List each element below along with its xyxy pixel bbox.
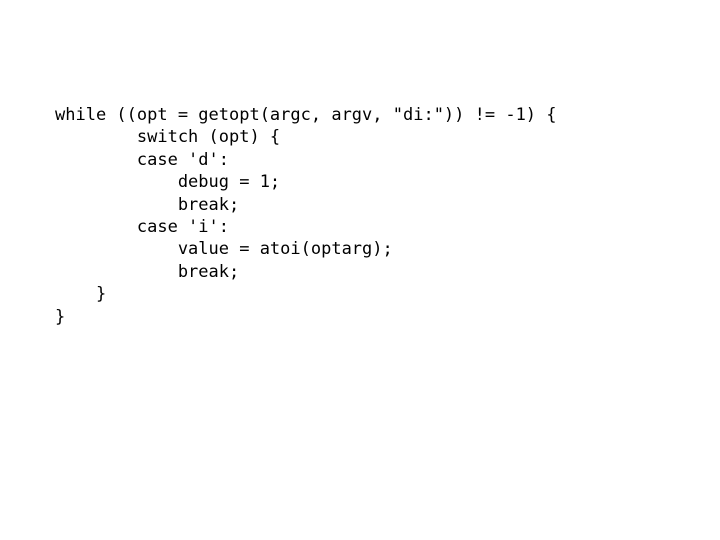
code-line: switch (opt) { bbox=[55, 127, 281, 148]
slide-canvas: while ((opt = getopt(argc, argv, "di:"))… bbox=[0, 0, 720, 540]
code-line: value = atoi(optarg); bbox=[55, 239, 393, 260]
code-block: while ((opt = getopt(argc, argv, "di:"))… bbox=[55, 104, 557, 328]
code-line: while ((opt = getopt(argc, argv, "di:"))… bbox=[55, 105, 557, 125]
code-line: debug = 1; bbox=[55, 172, 281, 193]
code-line: break; bbox=[55, 194, 240, 215]
code-line: } bbox=[55, 284, 107, 305]
code-line: case 'i': bbox=[55, 217, 229, 238]
code-line: case 'd': bbox=[55, 149, 229, 170]
code-line: break; bbox=[55, 261, 240, 282]
code-line: } bbox=[55, 306, 66, 327]
